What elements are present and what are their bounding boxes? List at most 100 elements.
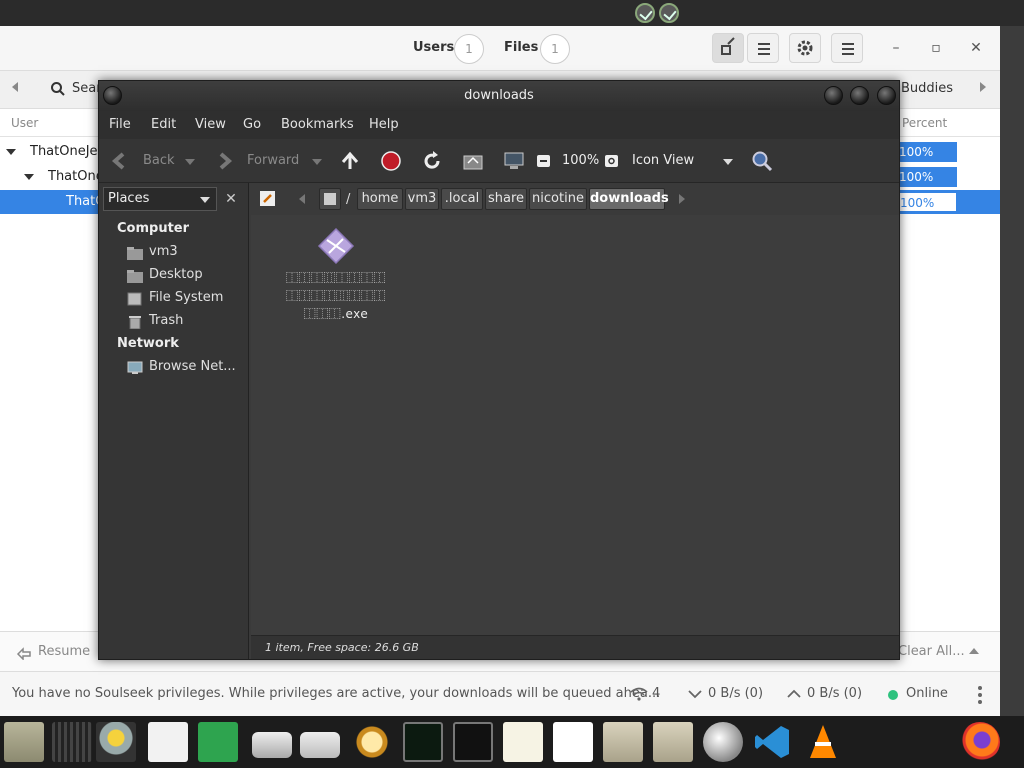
menu-bookmarks[interactable]: Bookmarks [281,117,354,132]
close-button[interactable]: ✕ [966,38,986,58]
main-menu-button[interactable] [831,33,863,63]
online-status[interactable]: Online [906,686,948,701]
expander-icon[interactable] [6,149,16,155]
collapse-button[interactable] [712,33,744,63]
clear-all-button[interactable]: Clear All... [898,644,965,659]
view-mode-select[interactable]: Icon View [632,153,694,168]
expander-icon[interactable] [24,174,34,180]
sidebar-item-file-system[interactable]: File System [149,290,223,305]
search-launcher-icon[interactable] [352,722,392,762]
home-folder-icon [127,247,143,260]
zoom-out-icon[interactable] [536,150,558,172]
online-status-icon [888,690,898,700]
menu-edit[interactable]: Edit [151,117,176,132]
menu-view[interactable]: View [195,117,226,132]
search-icon[interactable] [751,150,773,172]
crumb-home[interactable]: home [357,188,403,210]
column-percent[interactable]: Percent [902,116,947,130]
chevron-down-icon [200,197,210,203]
exit-icon[interactable] [198,722,238,762]
column-user[interactable]: User [11,116,38,130]
stop-icon[interactable] [380,150,402,172]
tab-scroll-right-icon[interactable] [980,82,986,92]
row-user: ThatOneJer [30,144,103,159]
update-tray-icon[interactable] [635,3,655,23]
network-manager-icon[interactable] [703,722,743,762]
path-scroll-right-icon[interactable] [679,194,685,204]
list-view-button[interactable] [747,33,779,63]
folder-icon [127,270,143,283]
window-icon[interactable] [603,722,643,762]
home-folder-icon[interactable] [462,150,484,172]
close-sidebar-icon[interactable]: ✕ [221,189,241,209]
forward-button[interactable]: Forward [247,153,299,168]
collapse-icon [721,37,735,55]
charts-icon[interactable] [553,722,593,762]
connections-count: 4 [652,686,661,701]
sidebar-item-browse-network[interactable]: Browse Net... [149,359,236,374]
text-editor-icon[interactable] [503,722,543,762]
maximize-button[interactable] [850,86,869,105]
row-folder: ThatOne [48,169,104,184]
chevron-up-icon[interactable] [969,648,979,654]
close-button[interactable] [877,86,896,105]
computer-icon[interactable] [503,150,525,172]
row-percent: 100% [895,167,957,187]
hamburger-icon [842,43,854,45]
window-switcher-icon[interactable] [148,722,188,762]
menu-help[interactable]: Help [369,117,399,132]
reload-icon[interactable] [421,150,443,172]
search-icon [51,82,65,96]
disk-usage-icon[interactable] [300,732,340,758]
up-arrow-icon[interactable] [339,150,361,172]
path-scroll-left-icon[interactable] [299,194,305,204]
title-bar[interactable]: downloads [99,81,899,111]
sidebar-item-vm3[interactable]: vm3 [149,244,178,259]
gear-icon [797,40,813,56]
window-icon[interactable] [653,722,693,762]
crumb-nicotine[interactable]: nicotine [529,188,587,210]
zoom-in-icon[interactable] [604,150,626,172]
vscode-icon[interactable] [753,722,793,762]
view-mode-dropdown-icon[interactable] [723,159,733,165]
tab-scroll-left-icon[interactable] [12,82,18,92]
file-manager-launcher-icon[interactable] [4,722,44,762]
firefox-icon[interactable] [960,722,1000,762]
window-menu-icon[interactable] [103,86,122,105]
header-bar: Users 1 Files 1 – ▫ ✕ [0,26,1000,71]
crumb-local[interactable]: .local [441,188,483,210]
breadcrumb: / home vm3 .local share nicotine downloa… [251,183,899,215]
minimize-button[interactable]: – [886,38,906,58]
maximize-button[interactable]: ▫ [926,38,946,58]
drive-launcher-icon[interactable] [252,732,292,758]
activity-monitor-icon[interactable] [403,722,443,762]
root-crumb[interactable] [319,188,341,210]
menu-go[interactable]: Go [243,117,261,132]
sidebar-item-trash[interactable]: Trash [149,313,183,328]
tab-buddies[interactable]: Buddies [901,81,953,96]
kebab-menu-icon[interactable] [978,686,982,704]
system-monitor-launcher-icon[interactable] [96,722,136,762]
terminal-icon[interactable] [453,722,493,762]
file-view[interactable]: ⿰⿰⿰⿲⿰⿰⿰⿰ ⿰⿰⿰⿰⿲⿰⿰⿰ ⿰⿰⿰.exe [251,215,899,635]
crumb-vm3[interactable]: vm3 [405,188,439,210]
edit-location-icon[interactable] [259,190,277,208]
sidebar-item-desktop[interactable]: Desktop [149,267,203,282]
menu-file[interactable]: File [109,117,131,132]
row-percent: 100% [895,142,957,162]
back-button[interactable]: Back [143,153,175,168]
taskbar [0,716,1024,768]
back-history-icon[interactable] [185,159,195,165]
forward-history-icon[interactable] [312,159,322,165]
menu-bar: File Edit View Go Bookmarks Help [99,111,899,139]
file-item[interactable]: ⿰⿰⿰⿲⿰⿰⿰⿰ ⿰⿰⿰⿰⿲⿰⿰⿰ ⿰⿰⿰.exe [269,227,403,347]
settings-button[interactable] [789,33,821,63]
update-tray-icon[interactable] [659,3,679,23]
places-selector[interactable]: Places [103,187,217,211]
app-grid-icon[interactable] [52,722,92,762]
minimize-button[interactable] [824,86,843,105]
crumb-share[interactable]: share [485,188,527,210]
vlc-icon[interactable] [803,722,843,762]
crumb-downloads[interactable]: downloads [589,188,669,210]
resume-button[interactable]: Resume [38,644,90,659]
